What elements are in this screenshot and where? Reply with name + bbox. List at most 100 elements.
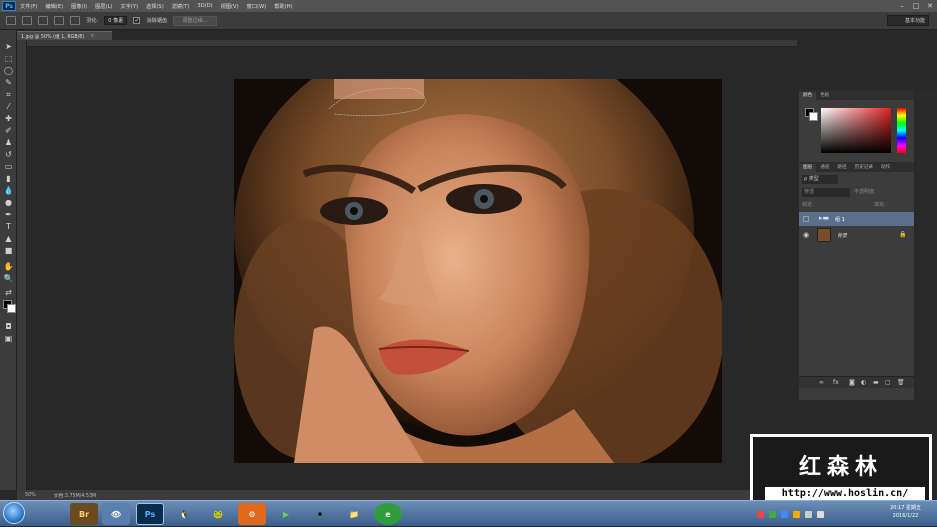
link-layers-icon[interactable]: ∞ (819, 379, 824, 386)
screen-mode-icon[interactable]: ▣ (3, 334, 14, 343)
hand-tool-icon[interactable]: ✋ (3, 262, 14, 271)
gradient-tool-icon[interactable]: ▮ (3, 174, 14, 183)
layers-footer: ∞ fx ◙ ◐ ▬ ▢ 🗑 (799, 376, 914, 388)
zoom-level[interactable]: 50% (25, 493, 36, 498)
adjustment-layer-icon[interactable]: ◐ (861, 379, 866, 386)
close-document-icon[interactable]: × (90, 34, 94, 39)
menu-help[interactable]: 帮助(H) (270, 3, 296, 10)
visibility-toggle-icon[interactable] (803, 216, 809, 222)
layers-panel: ρ 类型 穿透 不透明度: 锁定: 填充: ▸▬ 组 1 ◉ 背景 🔒 ∞ fx… (799, 172, 914, 400)
brush-tool-icon[interactable]: ✐ (3, 126, 14, 135)
taskbar-qq-icon[interactable]: 🐧 (170, 503, 198, 525)
start-button[interactable] (3, 502, 25, 524)
intersect-selection-icon[interactable] (70, 16, 80, 25)
shape-tool-icon[interactable]: ■ (3, 246, 14, 255)
move-tool-icon[interactable]: ➤ (3, 42, 14, 51)
color-spectrum-field[interactable] (821, 108, 891, 153)
minimize-button[interactable]: – (897, 1, 907, 10)
taskbar-app-icon[interactable]: 🐸 (204, 503, 232, 525)
menu-filter[interactable]: 滤镜(T) (168, 3, 194, 10)
menu-select[interactable]: 选择(S) (142, 3, 168, 10)
options-bar: 羽化: 0 像素 ✓ 消除锯齿 调整边缘... 基本功能 (0, 12, 937, 30)
color-panel-background[interactable] (809, 112, 818, 121)
eye-icon[interactable]: ◉ (803, 231, 809, 239)
taskbar-obs-icon[interactable]: ⚫ (306, 503, 334, 525)
taskbar-eye-icon[interactable]: 👁 (102, 503, 130, 525)
taskbar: Br 👁 Ps 🐧 🐸 ⚙ ▶ ⚫ 📁 e 20:17 星期五 2016/1/2… (0, 500, 937, 526)
marquee-tool-icon[interactable]: ⬚ (3, 54, 14, 63)
background-color-swatch[interactable] (7, 304, 16, 313)
layer-row-background[interactable]: ◉ 背景 🔒 (799, 227, 914, 243)
workspace-select[interactable]: 基本功能 (887, 15, 929, 26)
tab-layers[interactable]: 图层 (799, 164, 817, 172)
folder-icon: ▸▬ (819, 214, 830, 222)
tray-icon[interactable] (757, 510, 764, 518)
taskbar-photoshop-icon[interactable]: Ps (136, 503, 164, 525)
tab-history[interactable]: 历史记录 (851, 164, 877, 172)
zoom-tool-icon[interactable]: 🔍 (3, 274, 14, 283)
taskbar-settings-icon[interactable]: ⚙ (238, 503, 266, 525)
healing-brush-tool-icon[interactable]: ✚ (3, 114, 14, 123)
antialias-checkbox[interactable]: ✓ (133, 17, 141, 24)
menu-window[interactable]: 窗口(W) (243, 3, 271, 10)
tab-paths[interactable]: 路径 (833, 164, 850, 172)
subtract-selection-icon[interactable] (54, 16, 64, 25)
antialias-label: 消除锯齿 (146, 18, 168, 24)
quick-select-tool-icon[interactable]: ✎ (3, 78, 14, 87)
tray-icon[interactable] (769, 510, 776, 518)
type-tool-icon[interactable]: T (3, 222, 14, 231)
menu-image[interactable]: 图像(I) (67, 3, 91, 10)
eraser-tool-icon[interactable]: ▭ (3, 162, 14, 171)
volume-icon[interactable] (817, 510, 824, 518)
menu-view[interactable]: 视图(V) (217, 3, 243, 10)
path-select-tool-icon[interactable]: ▲ (3, 234, 14, 243)
menu-layer[interactable]: 图层(L) (91, 3, 116, 10)
close-button[interactable]: ✕ (925, 1, 935, 10)
blur-tool-icon[interactable]: 💧 (3, 186, 14, 195)
document-image[interactable] (234, 79, 722, 463)
taskbar-clock[interactable]: 20:17 星期五 2016/1/22 (890, 504, 921, 520)
eyedropper-tool-icon[interactable]: ⁄ (3, 102, 14, 111)
quick-mask-icon[interactable]: ◘ (3, 322, 14, 331)
add-selection-icon[interactable] (38, 16, 48, 25)
tray-icon[interactable] (781, 510, 788, 518)
tab-actions[interactable]: 动作 (877, 164, 894, 172)
add-mask-icon[interactable]: ◙ (849, 379, 855, 386)
new-layer-icon[interactable]: ▢ (885, 379, 891, 386)
dodge-tool-icon[interactable]: ● (3, 198, 14, 207)
hue-slider[interactable] (897, 108, 906, 153)
taskbar-player-icon[interactable]: ▶ (272, 503, 300, 525)
tab-channels[interactable]: 通道 (816, 164, 833, 172)
feather-input[interactable]: 0 像素 (104, 16, 128, 25)
trash-icon[interactable]: 🗑 (897, 379, 905, 386)
lasso-tool-icon[interactable]: ◯ (3, 66, 14, 75)
tab-color[interactable]: 颜色 (799, 92, 817, 100)
swap-colors-icon[interactable]: ⇄ (3, 288, 14, 297)
blend-mode-select[interactable]: 穿透 (802, 188, 850, 197)
network-icon[interactable] (805, 510, 812, 518)
new-group-icon[interactable]: ▬ (873, 379, 879, 386)
menu-type[interactable]: 文字(Y) (116, 3, 142, 10)
menu-3d[interactable]: 3D(D) (193, 3, 216, 9)
tray-icon[interactable] (793, 510, 800, 518)
taskbar-bridge-icon[interactable]: Br (70, 503, 98, 525)
menu-file[interactable]: 文件(F) (16, 3, 41, 10)
layer-style-icon[interactable]: fx (833, 379, 839, 386)
taskbar-browser-icon[interactable]: e (374, 503, 402, 525)
crop-tool-icon[interactable]: ⌗ (3, 90, 14, 99)
layer-filter-select[interactable]: ρ 类型 (802, 175, 838, 184)
layer-name: 组 1 (835, 217, 845, 223)
lasso-tool-preset-icon[interactable] (6, 16, 16, 25)
layer-row-group[interactable]: ▸▬ 组 1 (799, 212, 914, 226)
refine-edge-button[interactable]: 调整边缘... (173, 15, 217, 26)
clone-stamp-tool-icon[interactable]: ♟ (3, 138, 14, 147)
menu-edit[interactable]: 编辑(E) (41, 3, 67, 10)
clock-time: 20:17 星期五 (890, 505, 921, 511)
document-tab[interactable]: 1.jpg @ 50% (组 1, RGB/8) × (17, 31, 112, 40)
tab-swatches[interactable]: 色板 (816, 92, 833, 100)
pen-tool-icon[interactable]: ✒ (3, 210, 14, 219)
maximize-button[interactable]: □ (911, 1, 921, 10)
new-selection-icon[interactable] (22, 16, 32, 25)
history-brush-tool-icon[interactable]: ↺ (3, 150, 14, 159)
taskbar-explorer-icon[interactable]: 📁 (340, 503, 368, 525)
